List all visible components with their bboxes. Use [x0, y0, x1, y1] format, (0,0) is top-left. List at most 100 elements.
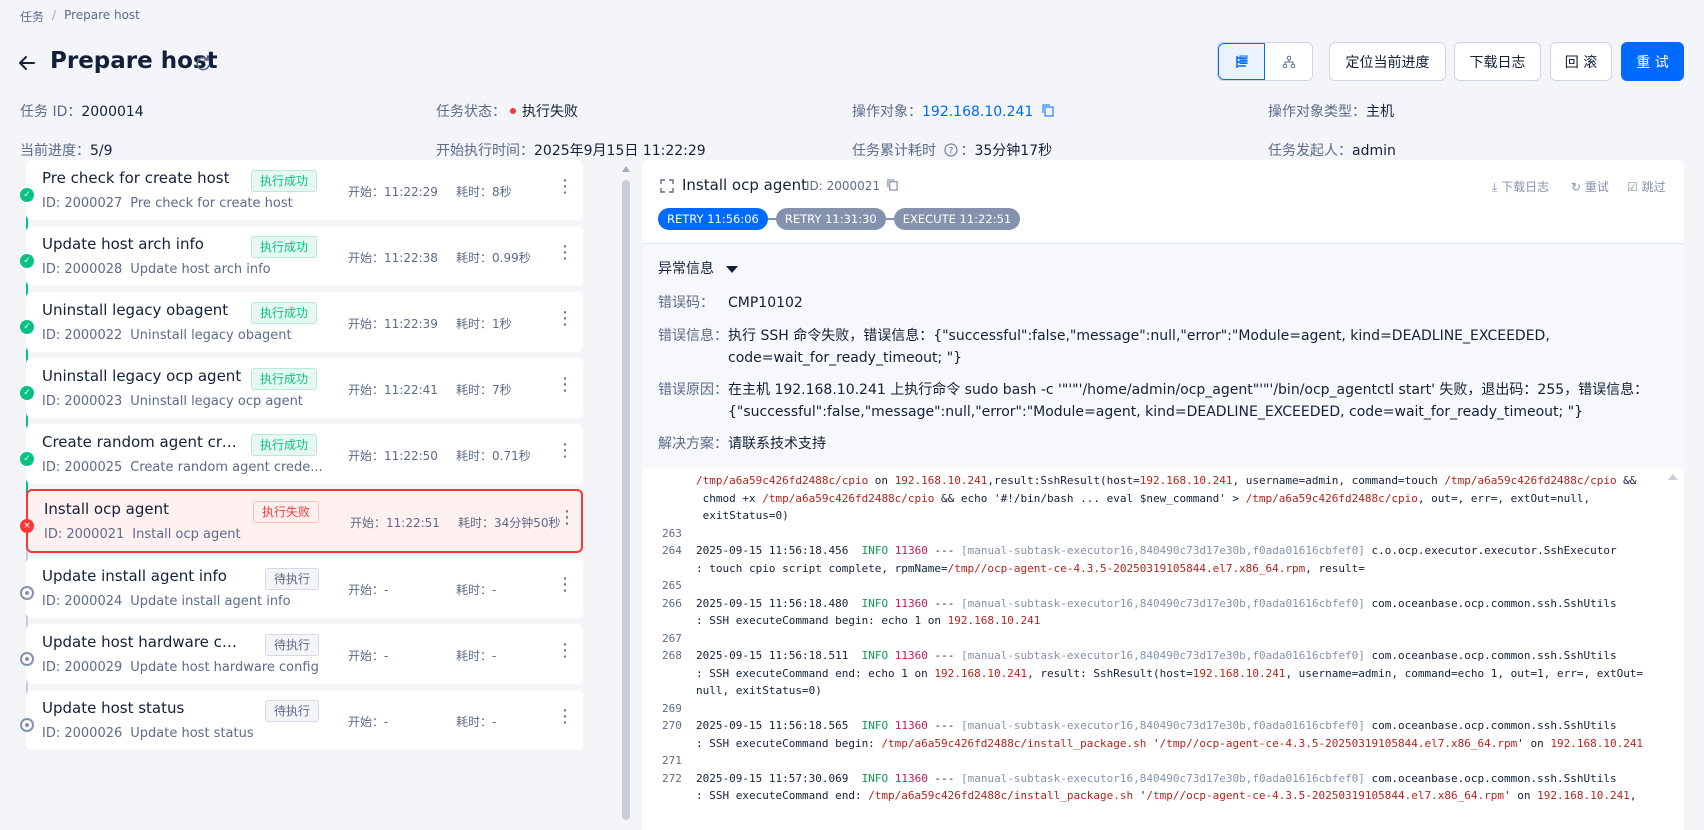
- locate-progress-button[interactable]: 定位当前进度: [1329, 42, 1446, 81]
- subtask-duration: 耗时：0.99秒: [456, 251, 531, 265]
- progress-value: 5/9: [90, 143, 113, 159]
- subtask-id-line: ID: 2000025 Create random agent crede...: [42, 460, 323, 475]
- breadcrumb-current: Prepare host: [64, 8, 140, 22]
- run-history: RETRY 11:56:06 RETRY 11:31:30 EXECUTE 11…: [658, 208, 1021, 230]
- download-log-button[interactable]: 下载日志: [1454, 42, 1541, 81]
- target-link[interactable]: 192.168.10.241: [922, 104, 1033, 120]
- breadcrumb-separator: /: [52, 8, 57, 22]
- run-pill[interactable]: EXECUTE 11:22:51: [893, 208, 1021, 230]
- subtask-name: Update host arch info: [42, 235, 204, 253]
- detail-title: Install ocp agent: [682, 176, 807, 194]
- subtask-id-line: ID: 2000026 Update host status: [42, 726, 254, 741]
- more-icon[interactable]: ⋮: [558, 509, 576, 527]
- more-icon[interactable]: ⋮: [556, 178, 574, 196]
- log-line-text: : SSH executeCommand begin: /tmp/a6a59c4…: [696, 736, 1644, 750]
- subtask-card[interactable]: Install ocp agent 执行失败 ID: 2000021 Install …: [26, 489, 583, 553]
- detail-download-log[interactable]: ⤓ 下载日志: [1492, 178, 1549, 195]
- subtask-card[interactable]: Update host hardware config 待执行 ID: 200002…: [26, 624, 583, 684]
- copy-icon[interactable]: [1042, 104, 1054, 117]
- subtask-start: 开始：11:22:38: [348, 251, 438, 265]
- subtask-name: Uninstall legacy obagent: [42, 301, 229, 319]
- elapsed-field: 任务累计耗时 ? ：35分钟17秒: [852, 143, 1053, 159]
- subtask-start: 开始：11:22:51: [350, 516, 440, 530]
- subtask-card[interactable]: Update host status 待执行 ID: 2000026 Update h…: [26, 690, 583, 750]
- solution: 请联系技术支持: [728, 436, 826, 452]
- check-icon: ✓: [20, 320, 34, 334]
- log-viewer[interactable]: /tmp/a6a59c426fd2488c/cpio on 192.168.10…: [642, 470, 1684, 830]
- error-section: 异常信息 错误码： CMP10102 错误信息： 执行 SSH 命令失败，错误信息：…: [642, 244, 1684, 469]
- subtask-duration: 耗时：0.71秒: [456, 449, 531, 463]
- subtask-duration: 耗时：34分钟50秒: [458, 516, 561, 530]
- subtask-id-line: ID: 2000028 Update host arch info: [42, 262, 271, 277]
- subtask-duration: 耗时：7秒: [456, 383, 512, 397]
- retry-button[interactable]: 重 试: [1621, 42, 1684, 81]
- run-connector: [885, 218, 894, 220]
- more-icon[interactable]: ⋮: [556, 244, 574, 262]
- run-pill[interactable]: RETRY 11:56:06: [658, 208, 768, 230]
- retry-icon: ↻: [1571, 180, 1582, 194]
- subtask-name: Uninstall legacy ocp agent: [42, 367, 242, 385]
- subtask-start: 开始：-: [348, 649, 389, 663]
- log-line-text: 2025-09-15 11:56:18.511 INFO 11360 --- […: [696, 649, 1617, 662]
- more-icon[interactable]: ⋮: [556, 642, 574, 660]
- subtask-start: 开始：-: [348, 583, 389, 597]
- log-line-number: 269: [662, 701, 682, 715]
- help-circle-icon[interactable]: ?: [944, 143, 958, 157]
- more-icon[interactable]: ⋮: [556, 708, 574, 726]
- log-line-text: : SSH executeCommand begin: echo 1 on 19…: [696, 614, 1041, 627]
- panel-splitter[interactable]: [622, 180, 630, 820]
- log-line-number: 264: [662, 544, 682, 557]
- progress-field: 当前进度：5/9: [20, 143, 113, 159]
- status-badge: 执行成功: [251, 368, 318, 390]
- subtask-start: 开始：11:22:41: [348, 383, 438, 397]
- task-id-field: 任务 ID：2000014: [20, 104, 144, 120]
- list-view-icon[interactable]: [1218, 43, 1265, 80]
- check-icon: ✓: [20, 386, 34, 400]
- pending-icon: [20, 718, 34, 732]
- refresh-icon[interactable]: [194, 54, 212, 72]
- skip-icon: ☑: [1627, 180, 1638, 194]
- log-line-number: 265: [662, 579, 682, 592]
- rollback-button[interactable]: 回 滚: [1550, 42, 1612, 81]
- pending-icon: [20, 586, 34, 600]
- tree-view-icon[interactable]: [1265, 43, 1312, 80]
- detail-skip[interactable]: ☑ 跳过: [1627, 178, 1666, 195]
- log-scroll-up-icon[interactable]: [1668, 474, 1678, 480]
- expand-icon[interactable]: [660, 179, 674, 193]
- log-line-text: : SSH executeCommand end: /tmp/a6a59c426…: [696, 789, 1637, 802]
- log-line-number: 271: [662, 754, 682, 767]
- run-pill[interactable]: RETRY 11:31:30: [775, 208, 886, 230]
- subtask-card[interactable]: Update install agent info 待执行 ID: 2000024 U…: [26, 558, 583, 618]
- more-icon[interactable]: ⋮: [556, 376, 574, 394]
- subtask-card[interactable]: Pre check for create host 执行成功 ID: 2000027…: [26, 160, 583, 220]
- detail-retry[interactable]: ↻ 重试: [1571, 178, 1609, 195]
- more-icon[interactable]: ⋮: [556, 310, 574, 328]
- subtask-name: Create random agent crede…: [42, 433, 242, 451]
- log-line-number: 272: [662, 771, 682, 785]
- log-line-text: 2025-09-15 11:56:18.480 INFO 11360 --- […: [696, 596, 1617, 610]
- back-arrow-icon[interactable]: [16, 52, 38, 74]
- subtask-name: Update install agent info: [42, 567, 227, 585]
- subtask-id-line: ID: 2000022 Uninstall legacy obagent: [42, 328, 292, 343]
- subtask-start: 开始：11:22:39: [348, 317, 438, 331]
- subtask-card[interactable]: Uninstall legacy obagent 执行成功 ID: 2000022 U…: [26, 292, 583, 352]
- start-time-field: 开始执行时间：2025年9月15日 11:22:29: [436, 143, 706, 159]
- status-badge: 执行成功: [251, 170, 318, 192]
- copy-icon[interactable]: [887, 179, 898, 191]
- page-title: Prepare host: [50, 48, 218, 74]
- more-icon[interactable]: ⋮: [556, 576, 574, 594]
- subtask-id-line: ID: 2000021 Install ocp agent: [44, 527, 241, 542]
- breadcrumb-root[interactable]: 任务: [20, 8, 44, 25]
- task-status-field: 任务状态： 执行失败: [436, 104, 578, 120]
- more-icon[interactable]: ⋮: [556, 442, 574, 460]
- initiator-value: admin: [1352, 143, 1396, 159]
- subtask-card[interactable]: Create random agent crede… 执行成功 ID: 200002…: [26, 424, 583, 484]
- error-section-toggle[interactable]: 异常信息: [658, 258, 738, 278]
- subtask-card[interactable]: Uninstall legacy ocp agent 执行成功 ID: 200002…: [26, 358, 583, 418]
- detail-header: Install ocp agent ID: 2000021 ⤓ 下载日志 ↻ 重…: [642, 160, 1684, 244]
- start-time-value: 2025年9月15日 11:22:29: [534, 143, 706, 159]
- log-line-number: 263: [662, 526, 682, 540]
- error-icon: ×: [20, 519, 34, 533]
- target-field: 操作对象：192.168.10.241: [852, 101, 1054, 121]
- subtask-card[interactable]: Update host arch info 执行成功 ID: 2000028 Upda…: [26, 226, 583, 286]
